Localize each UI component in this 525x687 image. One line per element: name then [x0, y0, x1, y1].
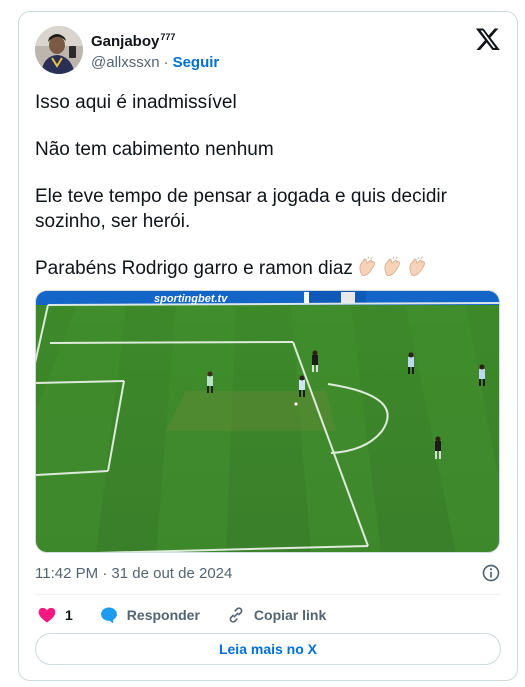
author-name-row[interactable]: Ganjaboy 777: [91, 32, 176, 50]
x-logo-icon[interactable]: [475, 26, 501, 52]
action-bar: 1 Responder Copiar link: [37, 603, 352, 627]
copy-link-button[interactable]: Copiar link: [226, 605, 326, 625]
link-icon: [229, 607, 243, 623]
separator-dot: ·: [163, 54, 169, 71]
tweet-card: Ganjaboy 777 @allxssxn · Seguir Isso aqu…: [18, 11, 518, 681]
tweet-timestamp[interactable]: 11:42 PM · 31 de out de 2024: [35, 565, 232, 582]
tweet-media-image[interactable]: sportingbet.tv: [35, 290, 500, 553]
display-name[interactable]: Ganjaboy: [91, 33, 159, 50]
tweet-paragraph-4-text: Parabéns Rodrigo garro e ramon diaz: [35, 258, 353, 279]
like-count: 1: [65, 607, 73, 623]
tweet-paragraph-1: Isso aqui é inadmissível: [35, 92, 237, 113]
avatar-image: [35, 26, 83, 74]
avatar[interactable]: [35, 26, 83, 74]
divider: [35, 594, 501, 595]
football-pitch-image: sportingbet.tv: [36, 291, 499, 552]
clapping-hands-icon: [409, 256, 425, 276]
read-more-button[interactable]: Leia mais no X: [35, 633, 501, 665]
reply-bubble-icon: [100, 607, 117, 624]
clapping-hands-icon: [359, 256, 375, 276]
heart-icon: [38, 607, 56, 623]
ad-board-text: sportingbet.tv: [154, 293, 228, 305]
tweet-paragraph-3: Ele teve tempo de pensar a jogada e quis…: [35, 186, 453, 232]
clapping-hands-icon: [384, 256, 400, 276]
tweet-paragraph-2: Não tem cabimento nenhum: [35, 139, 274, 160]
info-icon[interactable]: [481, 563, 501, 583]
reply-label: Responder: [126, 607, 200, 623]
tweet-text: Isso aqui é inadmissível Não tem cabimen…: [35, 90, 495, 281]
name-superscript: 777: [160, 32, 176, 42]
tweet-paragraph-4: Parabéns Rodrigo garro e ramon diaz: [35, 256, 495, 281]
like-button[interactable]: 1: [37, 605, 73, 625]
copy-link-label: Copiar link: [253, 607, 327, 623]
handle-row: @allxssxn · Seguir: [91, 54, 219, 71]
follow-button[interactable]: Seguir: [173, 54, 220, 71]
reply-button[interactable]: Responder: [99, 605, 200, 625]
handle[interactable]: @allxssxn: [91, 54, 160, 71]
